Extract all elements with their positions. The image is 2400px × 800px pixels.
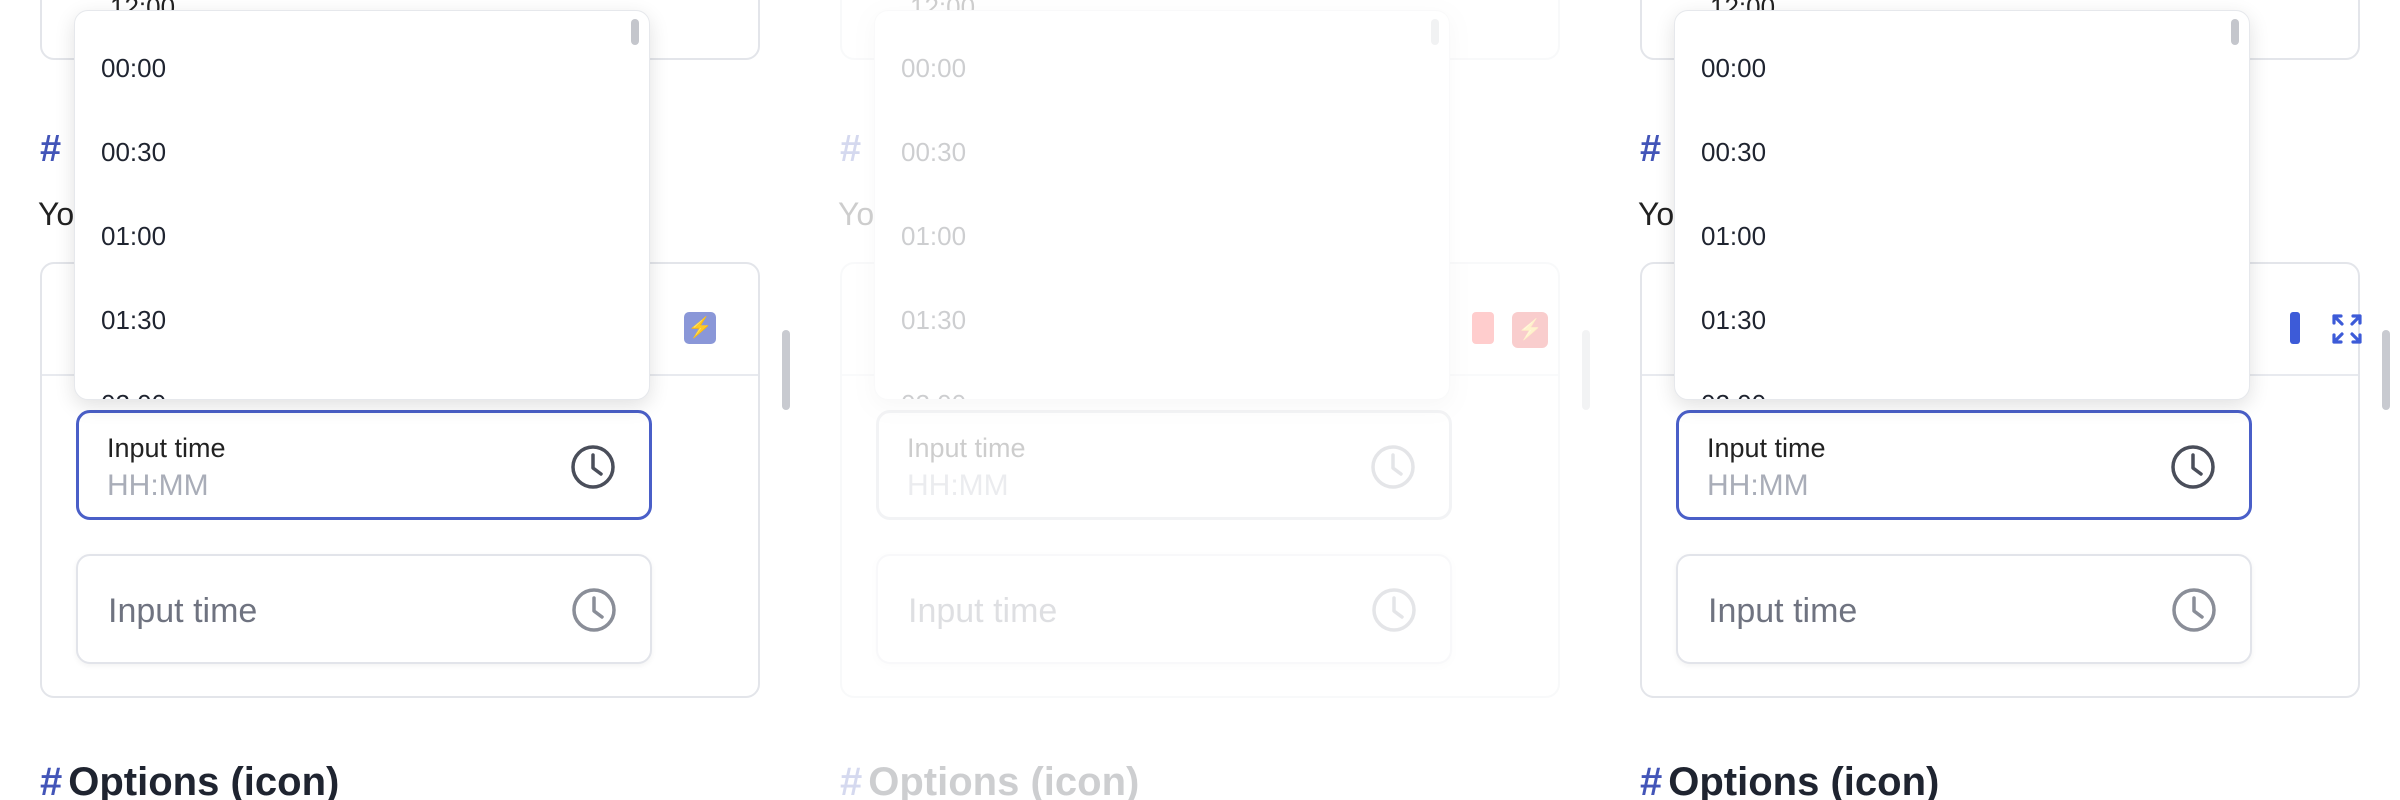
time-option[interactable]: 01:30: [1701, 305, 1766, 336]
heading-hash[interactable]: #: [840, 760, 862, 800]
section-description: Yo: [838, 196, 875, 232]
time-option[interactable]: 00:30: [1701, 137, 1766, 168]
time-options-dropdown[interactable]: 00:00 00:30 01:00 01:30 02:00: [874, 10, 1450, 400]
time-option[interactable]: 00:30: [901, 137, 966, 168]
section-description: Yo: [1638, 196, 1675, 232]
time-option[interactable]: 01:00: [901, 221, 966, 252]
time-option[interactable]: 01:00: [1701, 221, 1766, 252]
page-scrollbar[interactable]: [1582, 330, 1590, 410]
clock-icon[interactable]: [570, 586, 618, 634]
time-option[interactable]: 02:00: [901, 389, 966, 399]
section-description: Yo: [38, 196, 75, 232]
input-placeholder: Input time: [1708, 592, 1858, 630]
input-label: Input time: [107, 433, 226, 463]
input-label: Input time: [1707, 433, 1826, 463]
time-option[interactable]: 00:00: [1701, 53, 1766, 84]
section-heading: # Options (icon): [40, 760, 339, 800]
clock-icon[interactable]: [569, 443, 617, 491]
dropdown-scrollbar[interactable]: [1431, 19, 1439, 45]
time-option[interactable]: 00:30: [101, 137, 166, 168]
clock-icon[interactable]: [2170, 586, 2218, 634]
time-input-focused[interactable]: Input time HH:MM: [876, 410, 1452, 520]
section-hash[interactable]: #: [840, 128, 861, 171]
lightning-icon[interactable]: ⚡: [1512, 312, 1548, 348]
clock-icon[interactable]: [2169, 443, 2217, 491]
page-scrollbar[interactable]: [2382, 330, 2390, 410]
time-options-dropdown[interactable]: 00:00 00:30 01:00 01:30 02:00: [74, 10, 650, 400]
time-option[interactable]: 00:00: [901, 53, 966, 84]
heading-text: Options (icon): [68, 760, 340, 800]
clock-icon[interactable]: [1370, 586, 1418, 634]
page-scrollbar[interactable]: [782, 330, 790, 410]
time-input-focused[interactable]: Input time HH:MM: [76, 410, 652, 520]
time-option[interactable]: 02:00: [1701, 389, 1766, 399]
toolbar-icon[interactable]: [2290, 312, 2300, 344]
panel-3: 12:00 # Yo Input time HH:MM Input time: [1600, 0, 2390, 800]
time-input[interactable]: Input time: [1676, 554, 2252, 664]
time-input[interactable]: Input time: [876, 554, 1452, 664]
time-option[interactable]: 00:00: [101, 53, 166, 84]
heading-hash[interactable]: #: [1640, 760, 1662, 800]
expand-icon[interactable]: [2330, 312, 2364, 346]
heading-text: Options (icon): [1668, 760, 1940, 800]
input-placeholder: HH:MM: [1707, 469, 1809, 502]
input-placeholder: Input time: [908, 592, 1058, 630]
heading-hash[interactable]: #: [40, 760, 62, 800]
panel-1: 12:00 # Yo ⚡ Input time HH:MM Input time…: [0, 0, 790, 800]
time-input-focused[interactable]: Input time HH:MM: [1676, 410, 2252, 520]
time-option[interactable]: 01:30: [101, 305, 166, 336]
time-option[interactable]: 01:00: [101, 221, 166, 252]
section-heading: # Options (icon): [840, 760, 1139, 800]
lightning-icon[interactable]: ⚡: [684, 312, 716, 344]
time-options-dropdown[interactable]: 00:00 00:30 01:00 01:30 02:00: [1674, 10, 2250, 400]
dropdown-scrollbar[interactable]: [2231, 19, 2239, 45]
dropdown-scrollbar[interactable]: [631, 19, 639, 45]
panel-2: 12:00 # Yo ⚡ Input time HH:MM Input time…: [800, 0, 1590, 800]
toolbar-icon[interactable]: [1472, 312, 1494, 344]
input-placeholder: Input time: [108, 592, 258, 630]
input-placeholder: HH:MM: [107, 469, 209, 502]
time-input[interactable]: Input time: [76, 554, 652, 664]
section-hash[interactable]: #: [1640, 128, 1661, 171]
clock-icon[interactable]: [1369, 443, 1417, 491]
heading-text: Options (icon): [868, 760, 1140, 800]
input-placeholder: HH:MM: [907, 469, 1009, 502]
time-option[interactable]: 01:30: [901, 305, 966, 336]
input-label: Input time: [907, 433, 1026, 463]
time-option[interactable]: 02:00: [101, 389, 166, 399]
section-hash[interactable]: #: [40, 128, 61, 171]
section-heading: # Options (icon): [1640, 760, 1939, 800]
